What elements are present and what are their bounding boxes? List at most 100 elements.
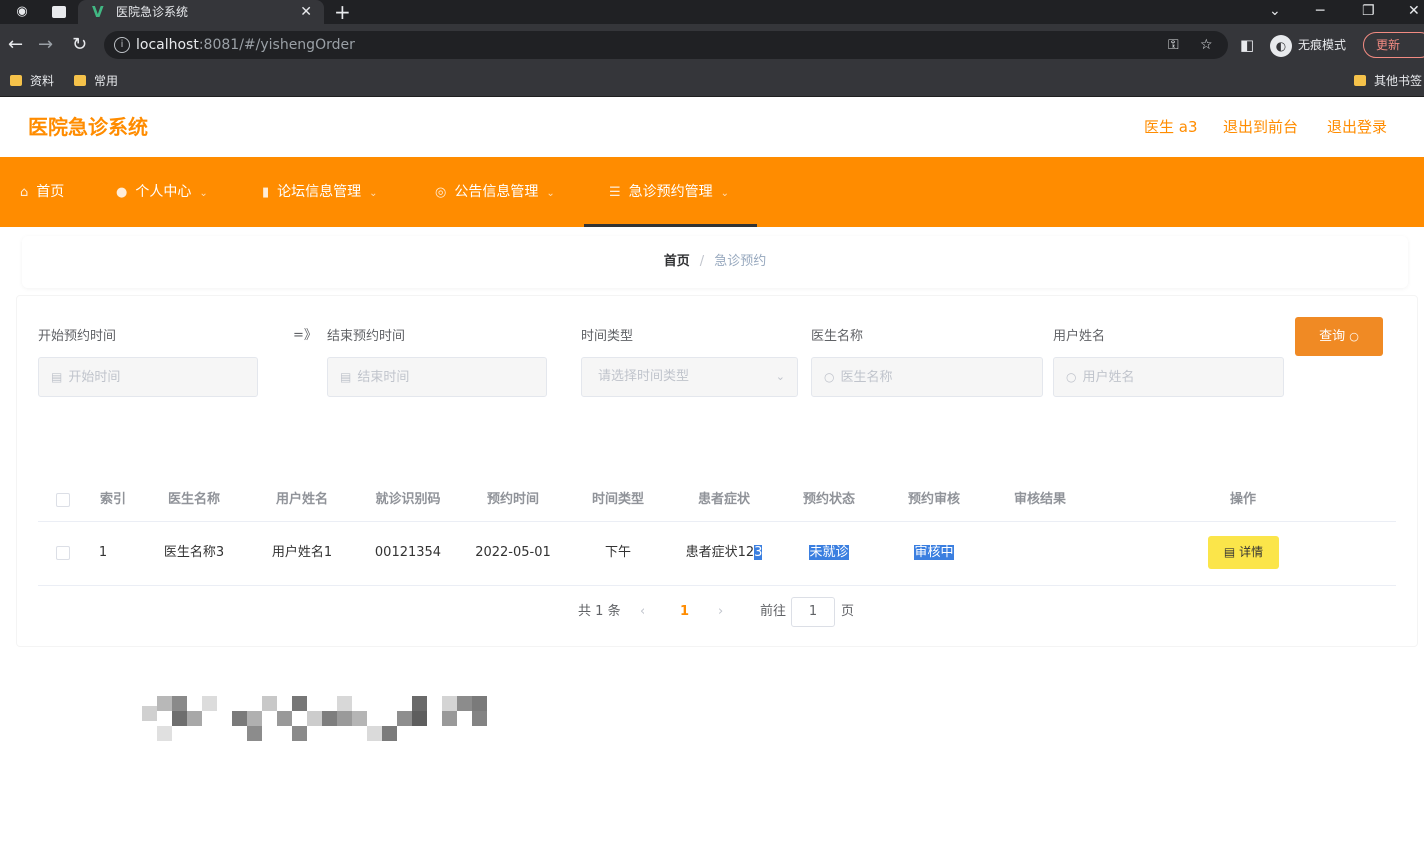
time-type-select[interactable]: 请选择时间类型 ⌄ (581, 357, 798, 397)
chevron-down-icon: ⌄ (720, 188, 730, 199)
query-button-label: 查询 (1319, 329, 1346, 344)
user-name-input[interactable]: ○ 用户姓名 (1053, 357, 1284, 397)
doctor-name-placeholder: 医生名称 (840, 370, 893, 385)
forward-icon[interactable]: → (38, 34, 53, 56)
bookmark-star-icon[interactable]: ☆ (1200, 36, 1213, 54)
folder-icon (1354, 75, 1366, 86)
query-button[interactable]: 查询 ○ (1295, 317, 1383, 356)
forum-icon: ▮ (262, 185, 270, 200)
start-time-picker[interactable]: ▤ 开始时间 (38, 357, 258, 397)
current-user-link[interactable]: 医生 a3 (1144, 117, 1198, 137)
row-checkbox[interactable] (56, 546, 70, 560)
search-icon: ○ (824, 370, 835, 384)
bookmark-folder-other[interactable]: 其他书签 (1354, 73, 1422, 89)
tab-search-chevron-icon[interactable]: ⌄ (1269, 2, 1281, 20)
browser-tab-strip: ◉ V 医院急诊系统 ✕ + ⌄ ─ ❐ ✕ (0, 0, 1424, 24)
breadcrumb-current: 急诊预约 (714, 254, 767, 269)
col-header-index: 索引 (99, 492, 126, 507)
content-card (16, 295, 1418, 647)
pagination-total: 共 1 条 (578, 604, 621, 619)
breadcrumb-card: 首页 / 急诊预约 (22, 236, 1408, 288)
minimize-icon[interactable]: ─ (1316, 2, 1324, 20)
user-name-placeholder: 用户姓名 (1082, 370, 1135, 385)
update-button[interactable]: 更新 (1363, 32, 1424, 58)
update-label: 更新 (1376, 38, 1401, 52)
table-row[interactable]: 1 医生名称3 用户姓名1 00121354 2022-05-01 下午 患者症… (38, 522, 1396, 586)
cell-review: 审核中 (914, 545, 954, 560)
bookmark-folder-ziliao[interactable]: 资料 (10, 73, 54, 89)
site-info-icon[interactable]: i (114, 37, 130, 53)
vue-logo-icon: V (92, 3, 104, 21)
tab-close-icon[interactable]: ✕ (300, 3, 312, 21)
end-time-placeholder: 结束时间 (357, 370, 410, 385)
cell-code: 00121354 (374, 545, 442, 560)
detail-button[interactable]: ▤ 详情 (1208, 536, 1279, 569)
nav-item-notice[interactable]: ◎ 公告信息管理 ⌄ (435, 157, 555, 227)
col-header-user: 用户姓名 (275, 492, 328, 507)
nav-item-personal-center[interactable]: ● 个人中心 ⌄ (116, 157, 208, 227)
col-header-action: 操作 (1229, 492, 1256, 507)
incognito-indicator[interactable]: ◐ 无痕模式 (1270, 31, 1346, 59)
cell-status: 未就诊 (809, 545, 849, 560)
tab-title: 医院急诊系统 (116, 5, 189, 19)
table-header: 索引 医生名称 用户姓名 就诊识别码 预约时间 时间类型 患者症状 预约状态 预… (38, 478, 1396, 522)
key-icon[interactable]: ⚿ (1168, 36, 1179, 54)
end-time-label: 结束预约时间 (327, 329, 406, 344)
url-text[interactable]: localhost:8081/#/yishengOrder (136, 37, 355, 53)
back-icon[interactable]: ← (8, 34, 23, 56)
notice-icon: ◎ (435, 185, 447, 200)
folder-icon (10, 75, 22, 86)
search-icon: ○ (1349, 330, 1359, 343)
incognito-label: 无痕模式 (1298, 38, 1347, 52)
next-page-icon[interactable]: › (718, 603, 723, 621)
reload-icon[interactable]: ↻ (72, 34, 87, 56)
chevron-down-icon: ⌄ (775, 370, 785, 383)
address-toolbar: ← → ↻ i localhost:8081/#/yishengOrder ⚿ … (0, 24, 1424, 66)
col-header-time-type: 时间类型 (591, 492, 644, 507)
search-icon: ○ (1066, 370, 1077, 384)
prev-page-icon[interactable]: ‹ (640, 603, 645, 621)
col-header-date: 预约时间 (486, 492, 539, 507)
nav-item-emergency-booking[interactable]: ☰ 急诊预约管理 ⌄ (609, 157, 729, 227)
window-close-icon[interactable]: ✕ (1408, 2, 1420, 20)
app-header: 医院急诊系统 医生 a3 退出到前台 退出登录 (0, 97, 1424, 157)
calendar-icon: ▤ (340, 370, 352, 384)
address-bar[interactable]: i localhost:8081/#/yishengOrder ⚿ ☆ (104, 31, 1228, 59)
back-to-front-link[interactable]: 退出到前台 (1223, 117, 1298, 137)
nav-item-forum[interactable]: ▮ 论坛信息管理 ⌄ (262, 157, 378, 227)
time-type-placeholder: 请选择时间类型 (598, 369, 690, 384)
restore-icon[interactable]: ❐ (1362, 2, 1375, 20)
goto-page-input[interactable]: 1 (791, 597, 835, 627)
end-time-picker[interactable]: ▤ 结束时间 (327, 357, 547, 397)
browser-tab[interactable]: V 医院急诊系统 ✕ (78, 0, 324, 24)
user-icon: ● (116, 185, 128, 200)
detail-button-label: 详情 (1239, 545, 1264, 559)
folder-icon (74, 75, 86, 86)
nav-item-home[interactable]: ⌂ 首页 (20, 157, 64, 227)
logout-link[interactable]: 退出登录 (1327, 117, 1387, 137)
page-number-current[interactable]: 1 (680, 603, 689, 621)
range-arrow: =》 (293, 328, 317, 343)
new-tab-icon[interactable]: + (334, 1, 351, 23)
list-icon: ☰ (609, 185, 621, 200)
col-header-symptom: 患者症状 (697, 492, 750, 507)
nav-active-indicator (584, 224, 757, 227)
col-header-doctor: 医生名称 (167, 492, 220, 507)
booking-table: 索引 医生名称 用户姓名 就诊识别码 预约时间 时间类型 患者症状 预约状态 预… (38, 478, 1396, 586)
time-type-label: 时间类型 (581, 329, 634, 344)
col-header-result: 审核结果 (1013, 492, 1066, 507)
globe-icon[interactable]: ◉ (14, 4, 30, 20)
select-all-checkbox[interactable] (56, 493, 70, 507)
doctor-name-label: 医生名称 (811, 329, 864, 344)
tab-search-icon[interactable] (52, 6, 66, 18)
breadcrumb: 首页 / 急诊预约 (22, 253, 1408, 271)
site-title: 医院急诊系统 (28, 115, 148, 139)
breadcrumb-home[interactable]: 首页 (664, 254, 690, 269)
calendar-icon: ▤ (51, 370, 63, 384)
goto-label: 前往 (760, 604, 787, 619)
doctor-name-input[interactable]: ○ 医生名称 (811, 357, 1043, 397)
col-header-code: 就诊识别码 (375, 492, 441, 507)
chevron-down-icon: ⌄ (546, 188, 555, 199)
bookmark-folder-changyong[interactable]: 常用 (74, 73, 118, 89)
sidebar-icon[interactable]: ◧ (1240, 34, 1254, 56)
